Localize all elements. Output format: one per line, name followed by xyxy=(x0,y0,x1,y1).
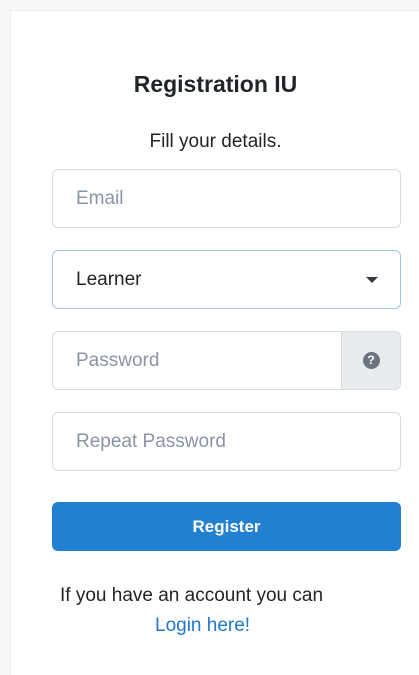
repeat-password-placeholder: Repeat Password xyxy=(76,430,226,452)
page-subtitle: Fill your details. xyxy=(149,131,282,152)
password-field[interactable]: Password ? xyxy=(52,331,401,390)
password-placeholder: Password xyxy=(76,349,160,371)
password-help-addon[interactable]: ? xyxy=(341,332,400,389)
register-button[interactable]: Register xyxy=(52,502,401,551)
account-info-text: If you have an account you can xyxy=(60,585,324,606)
login-link[interactable]: Login here! xyxy=(155,615,250,637)
role-selected-value: Learner xyxy=(76,268,142,290)
registration-card: Registration IU Fill your details. Email… xyxy=(10,10,419,675)
chevron-down-icon xyxy=(366,277,378,283)
role-select[interactable]: Learner xyxy=(52,250,401,309)
page-title: Registration IU xyxy=(133,71,298,97)
question-circle-icon: ? xyxy=(362,352,380,369)
email-field[interactable]: Email xyxy=(52,169,401,228)
email-placeholder: Email xyxy=(76,187,124,209)
repeat-password-field[interactable]: Repeat Password xyxy=(52,412,401,471)
